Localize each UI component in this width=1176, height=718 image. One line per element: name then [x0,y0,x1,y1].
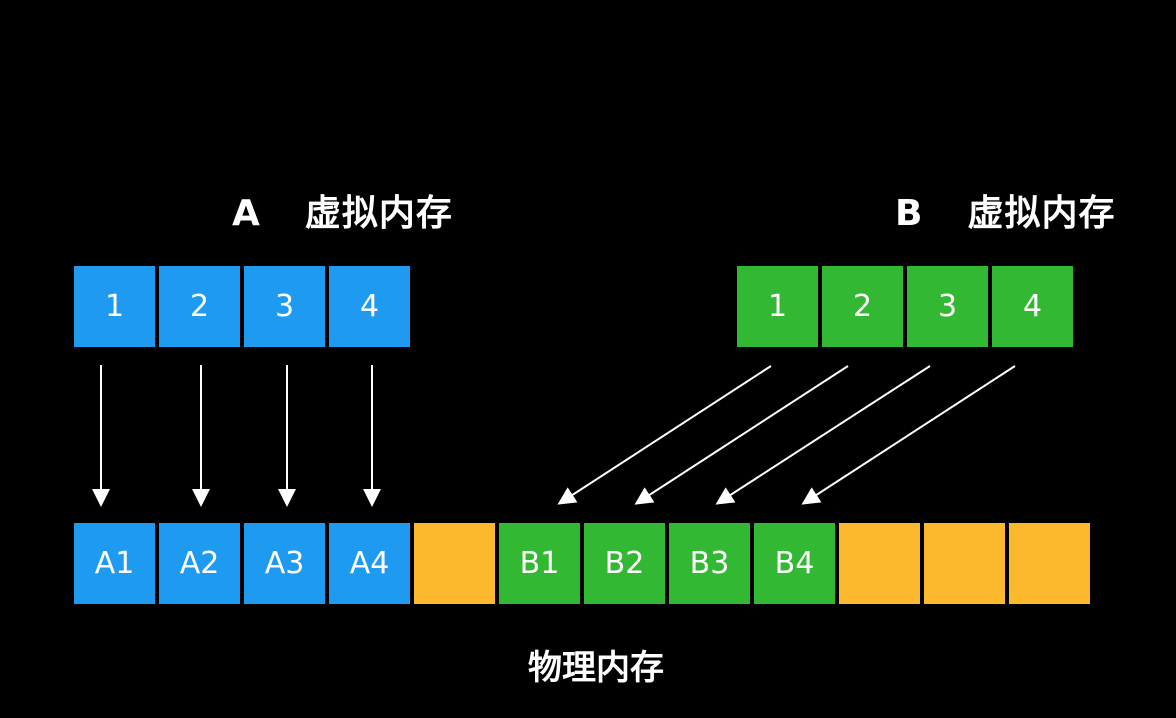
arrow-b3 [715,365,931,505]
arrow-b2 [634,365,849,505]
arrow-b1 [557,365,772,505]
mapping-arrows [92,365,1016,507]
arrow-b4 [801,365,1016,505]
